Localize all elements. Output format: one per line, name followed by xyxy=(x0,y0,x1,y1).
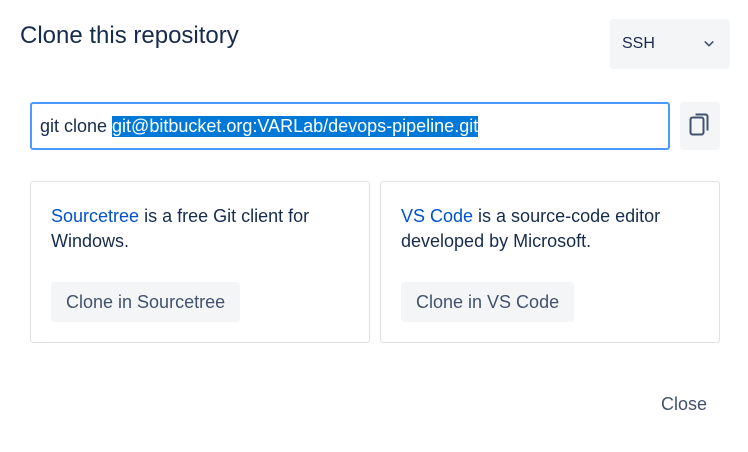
sourcetree-description-line2: Windows. xyxy=(51,231,130,251)
vscode-card: VS Code is a source-code editor develope… xyxy=(380,181,720,343)
vscode-description: VS Code is a source-code editor develope… xyxy=(401,204,701,254)
clone-in-vscode-button[interactable]: Clone in VS Code xyxy=(401,282,575,322)
vscode-description-line2: developed by Microsoft. xyxy=(401,231,592,251)
protocol-selected-value: SSH xyxy=(622,35,655,52)
clone-repository-dialog: Clone this repository SSH git clone git@… xyxy=(0,0,748,452)
close-button[interactable]: Close xyxy=(650,384,718,424)
clone-in-sourcetree-button[interactable]: Clone in Sourcetree xyxy=(51,282,241,322)
copy-icon xyxy=(689,112,711,141)
protocol-select[interactable]: SSH xyxy=(610,19,730,69)
sourcetree-link[interactable]: Sourcetree xyxy=(51,206,139,226)
sourcetree-card: Sourcetree is a free Git client for Wind… xyxy=(30,181,370,343)
vscode-link[interactable]: VS Code xyxy=(401,206,473,226)
sourcetree-description: Sourcetree is a free Git client for Wind… xyxy=(51,204,351,254)
sourcetree-description-line1: is a free Git client for xyxy=(139,206,310,226)
copy-button[interactable] xyxy=(680,102,720,150)
clone-command-input[interactable]: git clone git@bitbucket.org:VARLab/devop… xyxy=(30,102,670,150)
chevron-down-icon xyxy=(704,39,714,49)
clone-command-url: git@bitbucket.org:VARLab/devops-pipeline… xyxy=(112,115,479,137)
dialog-title: Clone this repository xyxy=(20,22,239,49)
clone-command-prefix: git clone xyxy=(40,115,113,136)
vscode-description-line1: is a source-code editor xyxy=(473,206,661,226)
